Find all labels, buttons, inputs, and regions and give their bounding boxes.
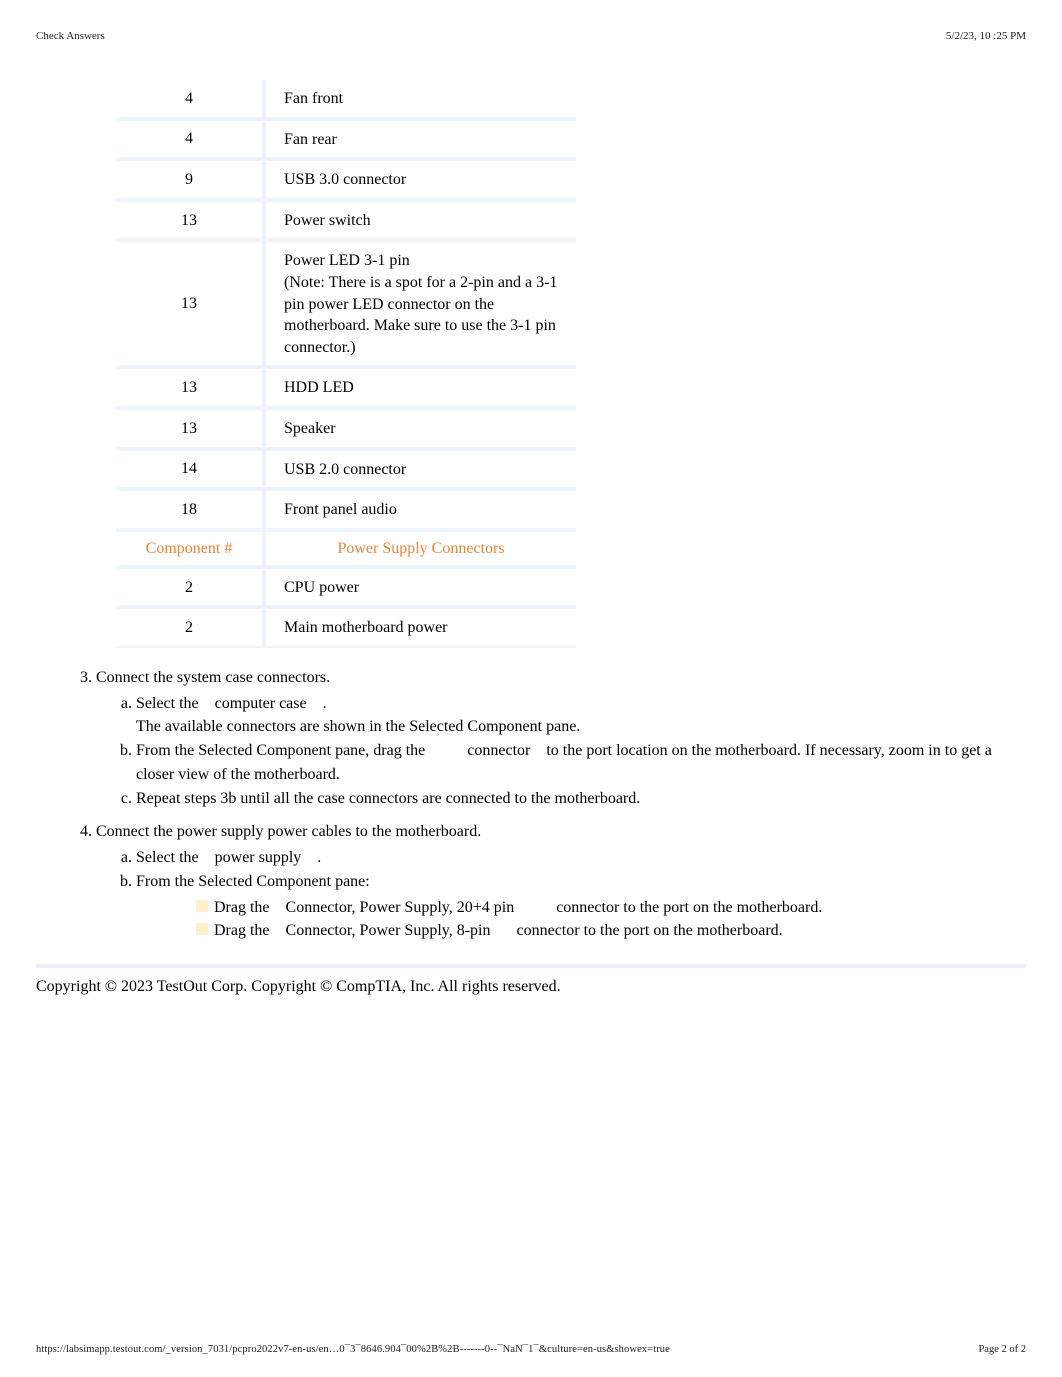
step-3b: From the Selected Component pane, drag t… xyxy=(136,739,1026,785)
component-desc: Power switch xyxy=(266,200,576,241)
header-datetime: 5/2/23, 10 :25 PM xyxy=(946,30,1026,42)
table-row: 14 USB 2.0 connector xyxy=(116,449,576,490)
header-power-connectors: Power Supply Connectors xyxy=(266,530,576,567)
component-desc: USB 3.0 connector xyxy=(266,159,576,200)
step-4a-tail: . xyxy=(317,849,321,866)
footer-page: Page 2 of 2 xyxy=(978,1344,1026,1355)
component-number: 13 xyxy=(116,240,266,367)
step-3: Connect the system case connectors. Sele… xyxy=(96,666,1026,810)
step-4b1-tail: connector to the port on the motherboard… xyxy=(556,899,822,916)
header-component-number: Component # xyxy=(116,530,266,567)
step-3b-mid: connector xyxy=(467,742,530,759)
step-4b1-text: Drag the Connector, Power Supply, 20+4 p… xyxy=(214,896,822,919)
component-number: 13 xyxy=(116,200,266,241)
step-3-substeps: Select the computer case . The available… xyxy=(118,692,1026,810)
bullet-icon xyxy=(196,900,208,912)
component-desc: CPU power xyxy=(266,567,576,608)
step-4b1-term: Connector, Power Supply, 20+4 pin xyxy=(286,899,515,916)
step-4b-intro: From the Selected Component pane: xyxy=(136,873,370,890)
step-4b2-lead: Drag the xyxy=(214,922,270,939)
copyright: Copyright © 2023 TestOut Corp. Copyright… xyxy=(36,964,1026,996)
table-row: 2 Main motherboard power xyxy=(116,607,576,648)
table-row: 13 Power LED 3-1 pin (Note: There is a s… xyxy=(116,240,576,367)
table-row: 2 CPU power xyxy=(116,567,576,608)
component-desc: Fan rear xyxy=(266,119,576,160)
page: Check Answers 5/2/23, 10 :25 PM 4 Fan fr… xyxy=(0,0,1062,1377)
step-4b-item-2: Drag the Connector, Power Supply, 8-pin … xyxy=(196,919,1026,942)
step-4a-lead: Select the xyxy=(136,849,199,866)
component-desc: Power LED 3-1 pin (Note: There is a spot… xyxy=(266,240,576,367)
step-4b2-tail: connector to the port on the motherboard… xyxy=(517,922,783,939)
table-row: 13 Speaker xyxy=(116,408,576,449)
step-3a-term: computer case xyxy=(215,695,307,712)
component-desc: HDD LED xyxy=(266,367,576,408)
step-4b2-term: Connector, Power Supply, 8-pin xyxy=(286,922,491,939)
table-row: 13 Power switch xyxy=(116,200,576,241)
step-4-title: Connect the power supply power cables to… xyxy=(96,823,481,840)
component-desc: Fan front xyxy=(266,80,576,119)
step-3a-lead: Select the xyxy=(136,695,199,712)
component-number: 4 xyxy=(116,119,266,160)
step-4a: Select the power supply . xyxy=(136,846,1026,869)
step-4b1-lead: Drag the xyxy=(214,899,270,916)
step-4b: From the Selected Component pane: Drag t… xyxy=(136,870,1026,942)
header-title: Check Answers xyxy=(36,30,105,42)
component-number: 13 xyxy=(116,367,266,408)
component-table: 4 Fan front 4 Fan rear 9 USB 3.0 connect… xyxy=(116,80,576,648)
table-row: 4 Fan rear xyxy=(116,119,576,160)
step-3c: Repeat steps 3b until all the case conne… xyxy=(136,787,1026,810)
component-number: 14 xyxy=(116,449,266,490)
step-4: Connect the power supply power cables to… xyxy=(96,820,1026,942)
step-4b-items: Drag the Connector, Power Supply, 20+4 p… xyxy=(196,896,1026,942)
step-3a: Select the computer case . The available… xyxy=(136,692,1026,738)
step-4b2-text: Drag the Connector, Power Supply, 8-pin … xyxy=(214,919,783,942)
table-row: 9 USB 3.0 connector xyxy=(116,159,576,200)
step-3-title: Connect the system case connectors. xyxy=(96,669,330,686)
component-desc: Speaker xyxy=(266,408,576,449)
body: 4 Fan front 4 Fan rear 9 USB 3.0 connect… xyxy=(36,80,1026,996)
step-4-substeps: Select the power supply . From the Selec… xyxy=(118,846,1026,942)
component-number: 18 xyxy=(116,489,266,530)
step-4b-item-1: Drag the Connector, Power Supply, 20+4 p… xyxy=(196,896,1026,919)
table-row: 13 HDD LED xyxy=(116,367,576,408)
component-desc: Main motherboard power xyxy=(266,607,576,648)
instruction-list: Connect the system case connectors. Sele… xyxy=(78,666,1026,942)
step-4a-term: power supply xyxy=(215,849,302,866)
component-number: 4 xyxy=(116,80,266,119)
component-number: 9 xyxy=(116,159,266,200)
component-desc: Front panel audio xyxy=(266,489,576,530)
component-number: 13 xyxy=(116,408,266,449)
component-number: 2 xyxy=(116,567,266,608)
component-desc: USB 2.0 connector xyxy=(266,449,576,490)
table-row: 4 Fan front xyxy=(116,80,576,119)
footer-url: https://labsimapp.testout.com/_version_7… xyxy=(36,1344,670,1355)
step-3a-tail: . xyxy=(323,695,327,712)
table-header-row: Component # Power Supply Connectors xyxy=(116,530,576,567)
component-number: 2 xyxy=(116,607,266,648)
step-3a-cont: The available connectors are shown in th… xyxy=(136,715,1026,738)
table-row: 18 Front panel audio xyxy=(116,489,576,530)
bullet-icon xyxy=(196,923,208,935)
step-3b-lead: From the Selected Component pane, drag t… xyxy=(136,742,425,759)
